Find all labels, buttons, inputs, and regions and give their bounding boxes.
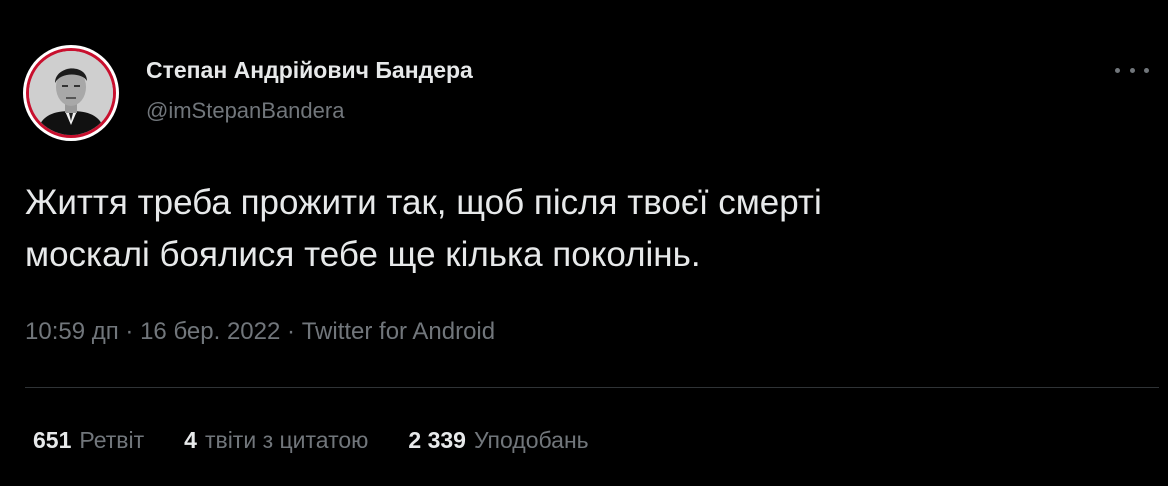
author-avatar[interactable] <box>23 45 119 141</box>
meta-separator: · <box>125 318 141 345</box>
more-options-icon[interactable] <box>1115 56 1149 84</box>
tweet-source[interactable]: Twitter for Android <box>302 318 495 345</box>
quotes-label: твіти з цитатою <box>204 427 369 453</box>
retweets-count: 651 <box>33 427 72 453</box>
dot <box>1129 67 1135 73</box>
tweet-stats: 651 Ретвіт 4 твіти з цитатою 2 339 Уподо… <box>33 427 589 454</box>
meta-separator: · <box>287 318 302 345</box>
dot <box>1144 67 1149 73</box>
tweet-text-line: москалі боялися тебе ще кілька поколінь. <box>25 235 701 274</box>
likes-count: 2 339 <box>408 427 466 453</box>
tweet-meta: 10:59 дп · 16 бер. 2022 · Twitter for An… <box>25 318 495 346</box>
tweet-time[interactable]: 10:59 дп <box>25 318 119 345</box>
tweet-date[interactable]: 16 бер. 2022 <box>140 318 280 345</box>
dot <box>1115 67 1120 73</box>
retweets-stat[interactable]: 651 Ретвіт <box>33 427 144 454</box>
avatar-photo <box>26 48 116 138</box>
tweet-text-line: Життя треба прожити так, щоб після твоєї… <box>25 183 822 222</box>
likes-stat[interactable]: 2 339 Уподобань <box>408 427 588 454</box>
tweet-card: Степан Андрійович Бандера @imStepanBande… <box>0 0 1168 486</box>
divider <box>25 387 1159 388</box>
quotes-stat[interactable]: 4 твіти з цитатою <box>184 427 368 454</box>
author-display-name[interactable]: Степан Андрійович Бандера <box>146 57 473 84</box>
likes-label: Уподобань <box>473 427 589 453</box>
quotes-count: 4 <box>184 427 197 453</box>
author-handle[interactable]: @imStepanBandera <box>146 98 344 124</box>
retweets-label: Ретвіт <box>79 427 145 453</box>
portrait-icon <box>29 51 113 135</box>
tweet-text: Життя треба прожити так, щоб після твоєї… <box>25 177 1105 281</box>
